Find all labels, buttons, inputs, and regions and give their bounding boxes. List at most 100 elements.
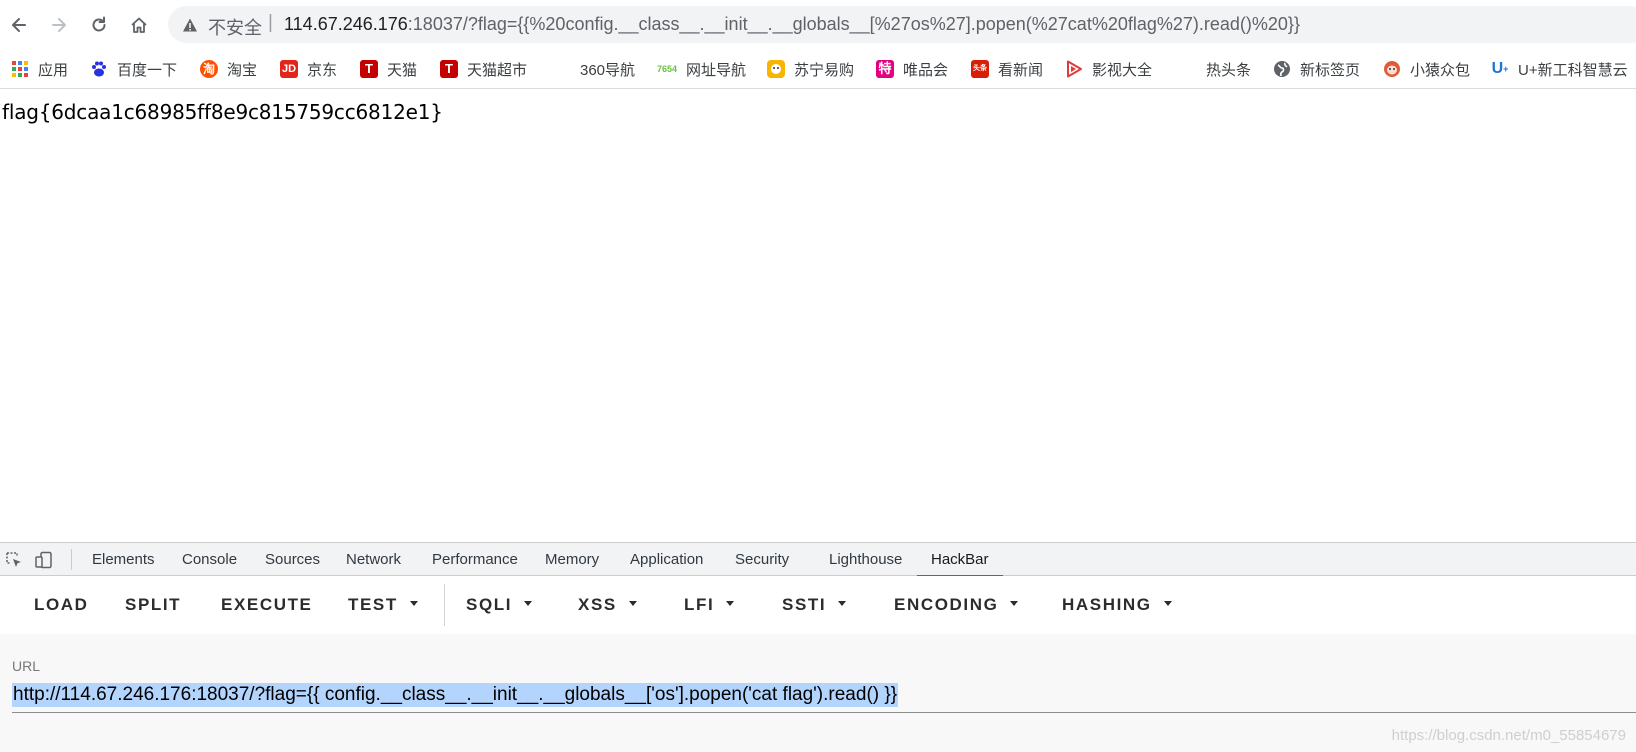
caret-down-icon [1163, 601, 1172, 607]
devtools-panel: Elements Console Sources Network Perform… [0, 542, 1636, 752]
bookmark-label: 新标签页 [1300, 61, 1361, 79]
caret-down-icon [524, 601, 533, 607]
tab-network[interactable]: Network [346, 543, 401, 576]
bookmarks-bar: 应用 百度一下 淘 淘宝 JD 京东 T 天猫 T 天猫超市 360导航 765… [0, 49, 1636, 89]
devtools-tab-bar: Elements Console Sources Network Perform… [0, 542, 1636, 577]
bookmark-7654[interactable]: 7654 网址导航 [656, 49, 746, 89]
hashing-button-label: HASHING [1062, 595, 1152, 614]
baidu-paw-icon [90, 60, 108, 78]
lfi-button-label: LFI [684, 595, 715, 614]
bookmark-label: U+新工科智慧云 [1518, 61, 1628, 79]
video-play-icon [1065, 60, 1083, 78]
xss-dropdown-button[interactable]: XSS [578, 576, 637, 634]
bookmark-vip[interactable]: 特 唯品会 [876, 49, 948, 89]
sqli-button-label: SQLI [466, 595, 513, 614]
tmall-market-icon: T [440, 60, 458, 78]
bookmark-monkey[interactable]: 小猿众包 [1383, 49, 1470, 89]
tab-elements[interactable]: Elements [92, 543, 155, 576]
bookmark-suning[interactable]: 苏宁易购 [767, 49, 854, 89]
bookmark-label: 网址导航 [686, 61, 747, 79]
warning-icon[interactable] [182, 17, 198, 33]
tab-security[interactable]: Security [735, 543, 789, 576]
devtools-divider [71, 549, 72, 570]
url-field-value[interactable]: http://114.67.246.176:18037/?flag={{ con… [12, 683, 899, 707]
security-label[interactable]: 不安全 [208, 14, 262, 40]
7654-icon: 7654 [656, 64, 678, 74]
bookmark-label: 应用 [38, 61, 69, 79]
tab-memory[interactable]: Memory [545, 543, 599, 576]
monkey-icon [1383, 60, 1401, 78]
bookmark-news[interactable]: 头条 看新闻 [971, 49, 1043, 89]
vip-icon: 特 [876, 60, 894, 78]
split-button[interactable]: SPLIT [125, 576, 181, 634]
u-plus-icon: U + [1491, 60, 1509, 77]
bookmark-label: 360导航 [580, 61, 636, 79]
split-button-label: SPLIT [125, 595, 182, 614]
jd-icon: JD [280, 60, 298, 78]
page-content-flag: flag{6dcaa1c68985ff8e9c815759cc6812e1} [2, 100, 443, 124]
test-button-label: TEST [348, 595, 398, 614]
tmall-icon: T [360, 60, 378, 78]
bookmark-label: 淘宝 [227, 61, 258, 79]
device-toolbar-icon[interactable] [34, 550, 54, 570]
bookmark-label: 唯品会 [903, 61, 949, 79]
caret-down-icon [726, 601, 735, 607]
load-button[interactable]: LOAD [34, 576, 89, 634]
inspect-element-icon[interactable] [4, 550, 24, 570]
globe-icon [1273, 60, 1291, 78]
forward-arrow-icon[interactable] [46, 12, 72, 38]
url-text[interactable]: 114.67.246.176:18037/?flag={{%20config._… [284, 14, 1300, 35]
hashing-dropdown-button[interactable]: HASHING [1062, 576, 1172, 634]
encoding-dropdown-button[interactable]: ENCODING [894, 576, 1019, 634]
bookmark-newtab[interactable]: 新标签页 [1273, 49, 1360, 89]
toutiao-icon: 头条 [971, 60, 989, 78]
bookmark-apps[interactable]: 应用 [11, 49, 68, 89]
url-field[interactable]: http://114.67.246.176:18037/?flag={{ con… [12, 677, 1636, 713]
load-button-label: LOAD [34, 595, 89, 614]
xss-button-label: XSS [578, 595, 617, 614]
bookmark-tmall[interactable]: T 天猫 [360, 49, 417, 89]
bookmark-label: 小猿众包 [1410, 61, 1471, 79]
test-dropdown-button[interactable]: TEST [348, 576, 418, 634]
url-host: 114.67.246.176 [284, 14, 408, 34]
bookmark-label: 天猫 [387, 61, 418, 79]
bookmark-hot[interactable]: 热头条 [1206, 49, 1251, 89]
encoding-button-label: ENCODING [894, 595, 999, 614]
back-arrow-icon[interactable] [6, 12, 32, 38]
tab-application[interactable]: Application [630, 543, 703, 576]
tab-lighthouse[interactable]: Lighthouse [829, 543, 902, 576]
bookmark-uplus[interactable]: U + U+新工科智慧云 [1491, 49, 1628, 89]
tab-hackbar[interactable]: HackBar [917, 543, 1002, 577]
bookmark-label: 看新闻 [998, 61, 1044, 79]
home-icon[interactable] [126, 12, 152, 38]
bookmark-label: 天猫超市 [467, 61, 528, 79]
bookmark-tmall-market[interactable]: T 天猫超市 [440, 49, 527, 89]
bookmark-label: 影视大全 [1092, 61, 1153, 79]
url-field-label: URL [12, 658, 41, 674]
bookmark-label: 热头条 [1206, 61, 1252, 79]
sqli-dropdown-button[interactable]: SQLI [466, 576, 533, 634]
hackbar-separator [444, 584, 445, 626]
ssti-dropdown-button[interactable]: SSTI [782, 576, 847, 634]
bookmark-label: 百度一下 [117, 61, 178, 79]
tab-console[interactable]: Console [182, 543, 237, 576]
taobao-icon: 淘 [200, 60, 218, 78]
bookmark-taobao[interactable]: 淘 淘宝 [200, 49, 257, 89]
execute-button-label: EXECUTE [221, 595, 313, 614]
address-bar[interactable]: 不安全 | 114.67.246.176:18037/?flag={{%20co… [168, 6, 1636, 43]
tab-performance[interactable]: Performance [432, 543, 518, 576]
bookmark-360[interactable]: 360导航 [580, 49, 635, 89]
bookmark-label: 苏宁易购 [794, 61, 855, 79]
watermark: https://blog.csdn.net/m0_55854679 [1391, 727, 1626, 744]
reload-icon[interactable] [86, 12, 112, 38]
apps-grid-icon [11, 60, 29, 78]
omnibox-separator: | [268, 12, 273, 33]
bookmark-video[interactable]: 影视大全 [1065, 49, 1152, 89]
execute-button[interactable]: EXECUTE [221, 576, 313, 634]
caret-down-icon [628, 601, 637, 607]
bookmark-jd[interactable]: JD 京东 [280, 49, 337, 89]
bookmark-baidu[interactable]: 百度一下 [90, 49, 177, 89]
lfi-dropdown-button[interactable]: LFI [684, 576, 735, 634]
ssti-button-label: SSTI [782, 595, 827, 614]
tab-sources[interactable]: Sources [265, 543, 320, 576]
